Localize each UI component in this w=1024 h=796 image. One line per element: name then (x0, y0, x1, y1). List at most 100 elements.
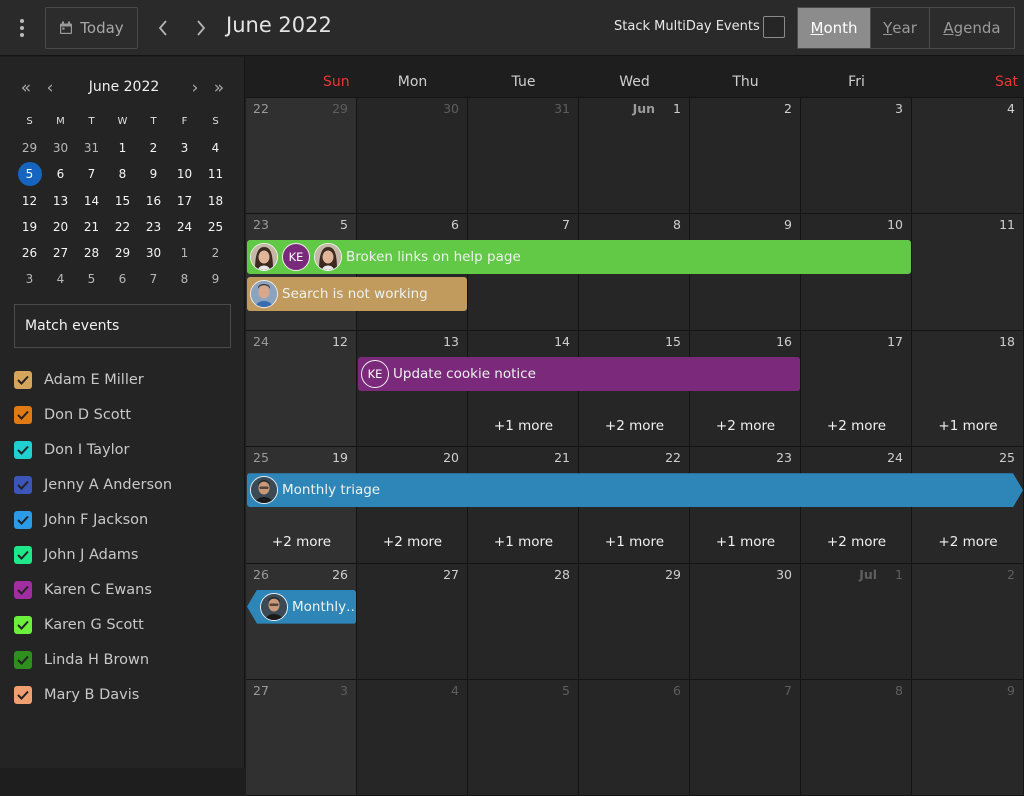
checkbox-checked-icon[interactable] (14, 580, 32, 599)
view-tab-month[interactable]: Month (797, 7, 871, 49)
day-cell[interactable]: Jun 1 (579, 98, 690, 215)
mini-day[interactable]: 8 (169, 267, 200, 291)
more-events-link[interactable]: +1 more (912, 418, 1024, 434)
day-cell[interactable]: 11 (912, 214, 1024, 331)
day-cell[interactable]: 4 (357, 680, 468, 796)
mini-day[interactable]: 20 (45, 215, 76, 239)
event-bar[interactable]: KE Broken links on help page (247, 240, 911, 275)
mini-day[interactable]: 6 (45, 162, 76, 186)
mini-day[interactable]: 14 (76, 189, 107, 213)
person-filter-item[interactable]: Jenny A Anderson (14, 467, 172, 502)
checkbox-checked-icon[interactable] (14, 615, 32, 634)
day-cell[interactable]: 9 (912, 680, 1024, 796)
mini-day[interactable]: 30 (138, 241, 169, 265)
more-events-link[interactable]: +2 more (801, 418, 912, 434)
mini-day[interactable]: 23 (138, 215, 169, 239)
mini-day[interactable]: 26 (14, 241, 45, 265)
more-events-link[interactable]: +2 more (357, 534, 468, 550)
mini-next-button[interactable]: › (185, 79, 205, 97)
more-events-link[interactable]: +2 more (801, 534, 912, 550)
person-filter-item[interactable]: Linda H Brown (14, 642, 172, 677)
day-cell[interactable]: 3 (801, 98, 912, 215)
day-cell[interactable]: 29 (579, 563, 690, 680)
mini-day[interactable]: 1 (169, 241, 200, 265)
mini-day[interactable]: 29 (14, 136, 45, 160)
mini-day[interactable]: 3 (169, 136, 200, 160)
more-events-link[interactable]: +2 more (246, 534, 357, 550)
mini-day[interactable]: 1 (107, 136, 138, 160)
checkbox-checked-icon[interactable] (14, 405, 32, 424)
day-cell[interactable]: 8 (801, 680, 912, 796)
mini-day[interactable]: 22 (107, 215, 138, 239)
day-cell[interactable]: 27 3 (246, 680, 357, 796)
mini-day[interactable]: 12 (14, 189, 45, 213)
match-events-input[interactable]: Match events (14, 304, 231, 348)
stack-multiday-checkbox[interactable] (763, 16, 785, 38)
person-filter-item[interactable]: John J Adams (14, 537, 172, 572)
day-cell[interactable]: 5 (468, 680, 579, 796)
mini-day[interactable]: 30 (45, 136, 76, 160)
mini-day[interactable]: 2 (138, 136, 169, 160)
person-filter-item[interactable]: Mary B Davis (14, 677, 172, 712)
mini-day[interactable]: 19 (14, 215, 45, 239)
mini-day[interactable]: 27 (45, 241, 76, 265)
person-filter-item[interactable]: Karen C Ewans (14, 572, 172, 607)
mini-day[interactable]: 25 (200, 215, 231, 239)
mini-day[interactable]: 31 (76, 136, 107, 160)
day-cell[interactable]: 2 (690, 98, 801, 215)
mini-last-button[interactable]: » (209, 79, 229, 97)
mini-day[interactable]: 4 (200, 136, 231, 160)
checkbox-checked-icon[interactable] (14, 440, 32, 459)
day-cell[interactable]: 30 (357, 98, 468, 215)
mini-day[interactable]: 10 (169, 162, 200, 186)
mini-day[interactable]: 17 (169, 189, 200, 213)
more-events-link[interactable]: +2 more (912, 534, 1024, 550)
mini-day[interactable]: 15 (107, 189, 138, 213)
event-bar[interactable]: Search is not working (247, 277, 467, 312)
mini-day[interactable]: 3 (14, 267, 45, 291)
day-cell[interactable]: 7 (690, 680, 801, 796)
mini-day[interactable]: 29 (107, 241, 138, 265)
person-filter-item[interactable]: Karen G Scott (14, 607, 172, 642)
mini-first-button[interactable]: « (16, 79, 36, 97)
mini-day[interactable]: 21 (76, 215, 107, 239)
mini-day[interactable]: 9 (200, 267, 231, 291)
mini-day[interactable]: 24 (169, 215, 200, 239)
mini-day[interactable]: 2 (200, 241, 231, 265)
day-cell[interactable]: Jul 1 (801, 563, 912, 680)
mini-prev-button[interactable]: ‹ (40, 79, 60, 97)
event-bar[interactable]: Monthly triage (247, 473, 1023, 507)
view-tab-year[interactable]: Year (870, 7, 930, 49)
mini-day[interactable]: 7 (76, 162, 107, 186)
checkbox-checked-icon[interactable] (14, 475, 32, 494)
day-cell[interactable]: 28 (468, 563, 579, 680)
more-vertical-icon[interactable] (12, 14, 32, 42)
checkbox-checked-icon[interactable] (14, 510, 32, 529)
view-tab-agenda[interactable]: Agenda (929, 7, 1015, 49)
more-events-link[interactable]: +2 more (579, 418, 690, 434)
person-filter-item[interactable]: Don D Scott (14, 397, 172, 432)
mini-day-selected[interactable]: 5 (14, 162, 45, 187)
checkbox-checked-icon[interactable] (14, 370, 32, 389)
mini-day[interactable]: 4 (45, 267, 76, 291)
more-events-link[interactable]: +1 more (690, 534, 801, 550)
day-cell[interactable]: 4 (912, 98, 1024, 215)
day-cell[interactable]: 30 (690, 563, 801, 680)
person-filter-item[interactable]: Don I Taylor (14, 432, 172, 467)
more-events-link[interactable]: +1 more (468, 418, 579, 434)
next-month-button[interactable] (187, 14, 215, 42)
mini-day[interactable]: 28 (76, 241, 107, 265)
mini-day[interactable]: 16 (138, 189, 169, 213)
mini-day[interactable]: 6 (107, 267, 138, 291)
mini-day[interactable]: 13 (45, 189, 76, 213)
day-cell[interactable]: 22 29 (246, 98, 357, 215)
day-cell[interactable]: 6 (579, 680, 690, 796)
checkbox-checked-icon[interactable] (14, 650, 32, 669)
day-cell[interactable]: 2 (912, 563, 1024, 680)
day-cell[interactable]: 24 12 (246, 330, 357, 448)
event-bar[interactable]: Monthly… (247, 589, 356, 624)
more-events-link[interactable]: +2 more (690, 418, 801, 434)
person-filter-item[interactable]: John F Jackson (14, 502, 172, 537)
day-cell[interactable]: 31 (468, 98, 579, 215)
checkbox-checked-icon[interactable] (14, 545, 32, 564)
